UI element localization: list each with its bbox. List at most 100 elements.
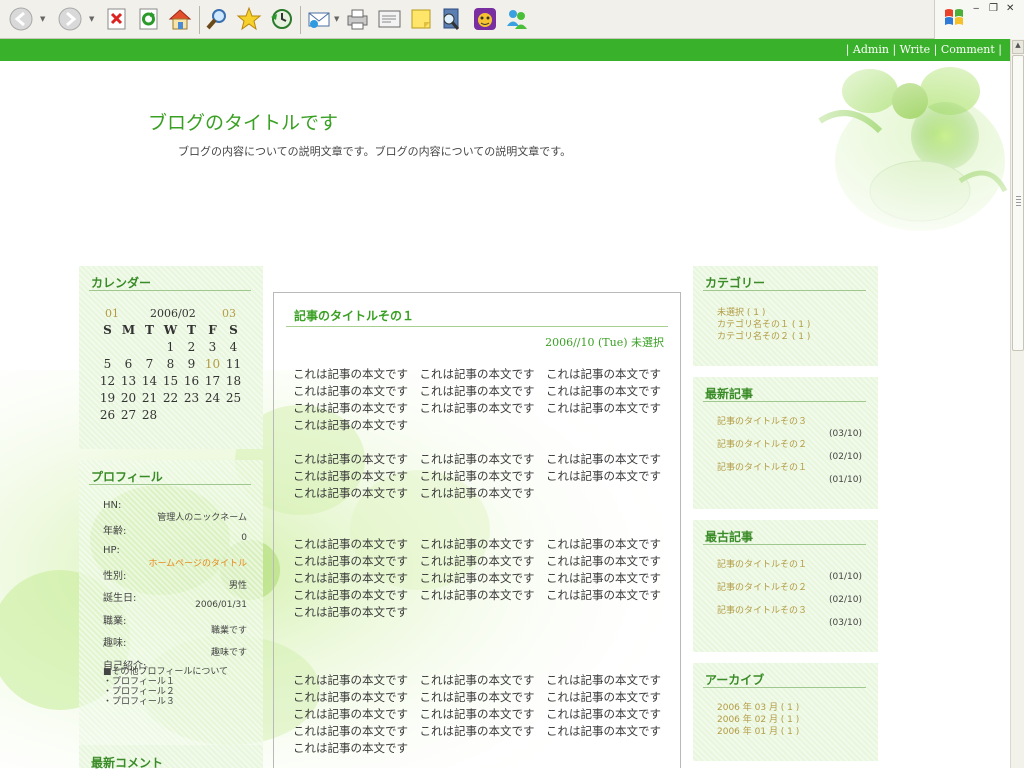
messenger-icon[interactable] [472,6,498,32]
profile-hobby-label: 趣味: [103,638,127,649]
calendar-day: 11 [225,357,242,371]
windows-logo-icon [943,6,965,28]
category-link[interactable]: カテゴリ名その２ ( 1 ) [717,331,810,343]
refresh-icon[interactable] [136,6,162,32]
vertical-scrollbar[interactable]: ▲ [1010,39,1024,768]
favorites-icon[interactable] [236,6,262,32]
forward-dropdown-icon[interactable]: ▼ [89,15,94,23]
profile-birthday-label: 誕生日: [103,593,137,604]
latest-post-date: (01/10) [829,475,862,485]
calendar-prev-link[interactable]: 01 [105,307,119,320]
calendar-current-month: 2006/02 [150,307,196,320]
profile-hobby-value: 趣味です [210,648,247,658]
restore-button[interactable]: ❐ [989,3,998,14]
close-button[interactable]: ✕ [1006,3,1014,14]
archive-link[interactable]: 2006 年 01 月 ( 1 ) [717,726,799,738]
messenger-people-icon[interactable] [504,6,530,32]
calendar-day: 3 [208,340,217,354]
profile-hp-label: HP: [103,545,120,556]
oldest-post-date: (01/10) [829,572,862,582]
forward-icon[interactable] [57,6,83,32]
calendar-day: 22 [162,391,179,405]
categories-title: カテゴリー [705,276,766,290]
profile-intro-item: ・プロフィール１ [103,677,175,687]
oldest-post-link[interactable]: 記事のタイトルその１ [717,559,807,571]
admin-links[interactable]: | Admin | Write | Comment | [846,43,1002,56]
article-meta[interactable]: 2006/​/10 (Tue) 未選択 [545,334,664,350]
oldest-post-date: (02/10) [829,595,862,605]
calendar-day: 27 [120,408,137,422]
calendar-weekday: S [229,323,238,337]
latest-posts-box: 最新記事 記事のタイトルその３ (03/10) 記事のタイトルその２ (02/1… [693,377,878,509]
mail-dropdown-icon[interactable]: ▼ [334,15,339,23]
calendar-day: 24 [204,391,221,405]
archive-box: アーカイブ 2006 年 03 月 ( 1 ) 2006 年 02 月 ( 1 … [693,663,878,761]
calendar-day: 26 [99,408,116,422]
calendar-weekday: W [163,323,178,337]
back-icon[interactable] [8,6,34,32]
blog-title[interactable]: ブログのタイトルです [148,108,338,135]
profile-hn-value: 管理人のニックネーム [157,513,247,523]
calendar-day-link[interactable]: 10 [202,357,223,371]
mail-icon[interactable] [306,6,332,32]
blog-description: ブログの内容についての説明文章です。ブログの内容についての説明文章です。 [178,145,572,158]
article-paragraph: これは記事の本文です これは記事の本文です これは記事の本文です これは記事の本… [293,537,673,619]
window-controls: ‒ ❐ ✕ [934,0,1024,39]
calendar-day: 28 [141,408,158,422]
calendar-day: 4 [229,340,238,354]
profile-intro-item: ・プロフィール３ [103,697,175,707]
article: 記事のタイトルその１ 2006/​/10 (Tue) 未選択 これは記事の本文で… [273,292,681,768]
calendar-weekday: M [121,323,136,337]
calendar-day: 1 [166,340,175,354]
calendar-day: 8 [166,357,175,371]
calendar-weekday: F [208,323,217,337]
stop-icon[interactable] [104,6,130,32]
calendar-day: 25 [225,391,242,405]
category-link[interactable]: 未選択 ( 1 ) [717,307,765,319]
archive-link[interactable]: 2006 年 03 月 ( 1 ) [717,702,799,714]
article-paragraph: これは記事の本文です これは記事の本文です これは記事の本文です これは記事の本… [293,367,673,432]
oldest-post-link[interactable]: 記事のタイトルその２ [717,582,807,594]
calendar-day: 13 [120,374,137,388]
latest-post-link[interactable]: 記事のタイトルその３ [717,416,807,428]
profile-age-value: 0 [241,533,247,543]
profile-gender-value: 男性 [228,581,247,591]
calendar-day: 15 [162,374,179,388]
profile-intro-item: ・プロフィール２ [103,687,175,697]
profile-hn-label: HN: [103,500,122,511]
search-icon[interactable] [204,6,230,32]
category-link[interactable]: カテゴリ名その１ ( 1 ) [717,319,810,331]
calendar-day: 14 [141,374,158,388]
calendar-next-link[interactable]: 03 [222,307,236,320]
research-icon[interactable] [438,6,464,32]
home-icon[interactable] [167,6,193,32]
oldest-post-link[interactable]: 記事のタイトルその３ [717,605,807,617]
edit-icon[interactable] [376,6,402,32]
recent-comments-title: 最新コメント [91,756,164,770]
flower-header-image [760,61,1010,241]
article-title[interactable]: 記事のタイトルその１ [294,307,414,324]
article-paragraph: これは記事の本文です これは記事の本文です これは記事の本文です これは記事の本… [293,452,673,500]
history-icon[interactable] [268,6,294,32]
browser-toolbar: ▼ ▼ ▼ ‒ ❐ ✕ [0,0,1024,39]
calendar-box: カレンダー 01 2006/02 03 S M T W T F S 1 2 3 4 5 6 7 8 9 10 11… [79,266,263,449]
calendar-day: 19 [99,391,116,405]
latest-post-link[interactable]: 記事のタイトルその１ [717,462,807,474]
print-icon[interactable] [344,6,370,32]
scrollbar-thumb[interactable] [1012,55,1024,351]
scroll-up-icon[interactable]: ▲ [1012,40,1024,54]
oldest-post-date: (03/10) [829,618,862,628]
calendar-weekday: S [103,323,112,337]
calendar-title: カレンダー [91,276,152,290]
latest-post-link[interactable]: 記事のタイトルその２ [717,439,807,451]
notes-icon[interactable] [408,6,434,32]
back-dropdown-icon[interactable]: ▼ [40,15,45,23]
minimize-button[interactable]: ‒ [973,3,979,14]
latest-posts-title: 最新記事 [705,387,754,401]
oldest-posts-box: 最古記事 記事のタイトルその１ (01/10) 記事のタイトルその２ (02/1… [693,520,878,652]
calendar-day: 18 [225,374,242,388]
archive-link[interactable]: 2006 年 02 月 ( 1 ) [717,714,799,726]
admin-bar: | Admin | Write | Comment | [0,39,1010,61]
profile-hp-link[interactable]: ホームページのタイトル [148,556,247,569]
calendar-day: 21 [141,391,158,405]
